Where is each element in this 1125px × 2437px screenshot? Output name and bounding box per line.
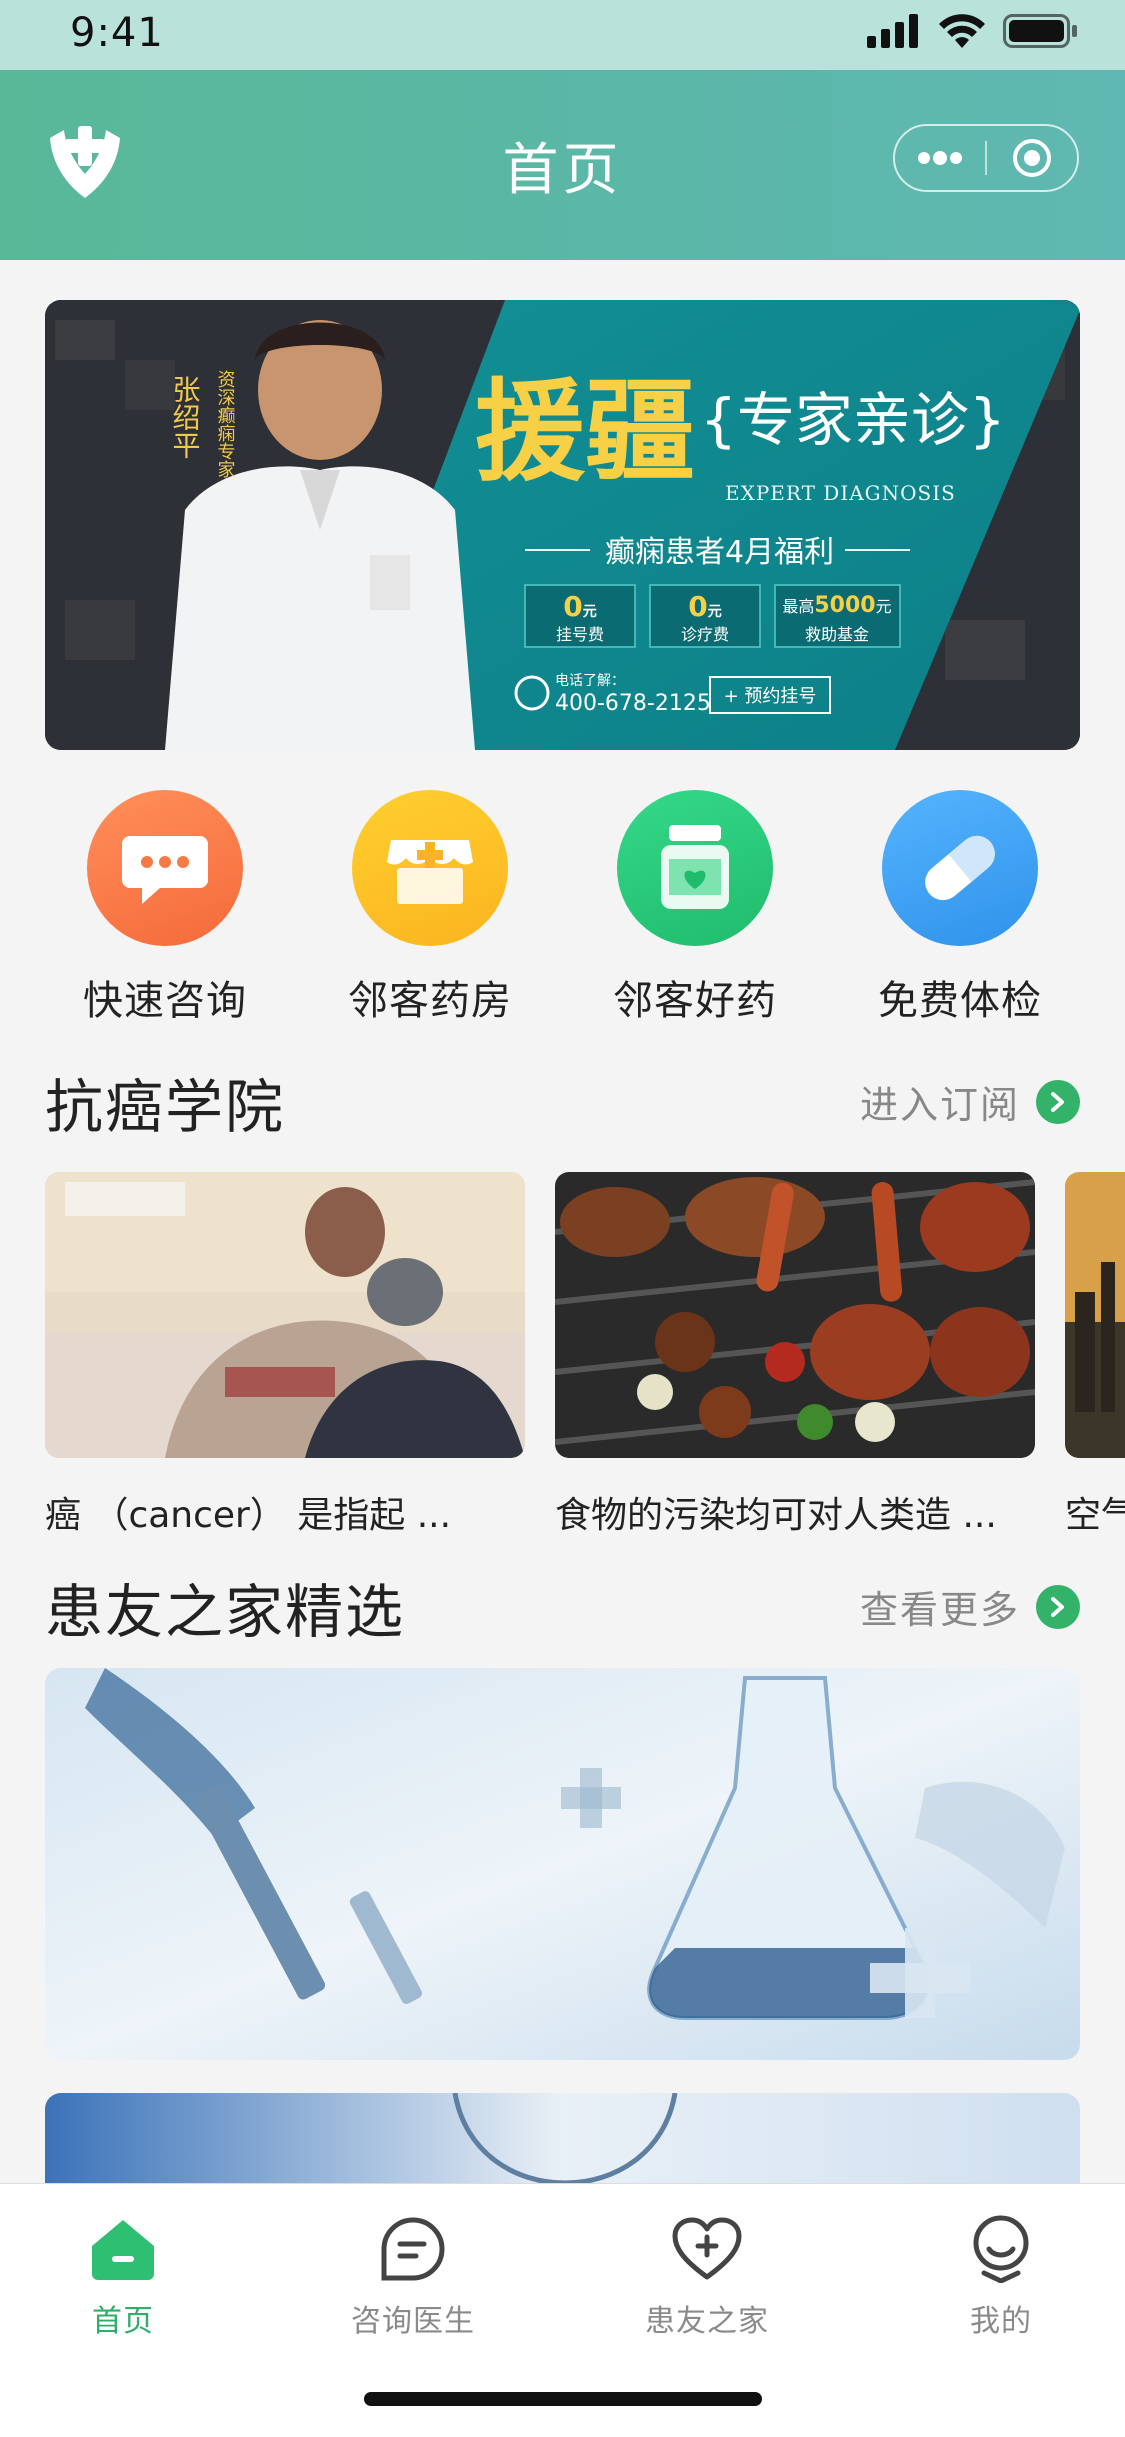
quick-checkup-button[interactable]: 免费体检 <box>860 790 1060 1026</box>
article-card[interactable]: 食物的污染均可对人类造 ... <box>555 1172 1035 1538</box>
community-title: 患友之家精选 <box>45 1578 406 1646</box>
svg-text:救助基金: 救助基金 <box>805 625 869 644</box>
tab-profile[interactable]: 我的 <box>891 2214 1111 2340</box>
quick-pharmacy-button[interactable]: 邻客药房 <box>330 790 530 1026</box>
wifi-icon <box>939 14 985 48</box>
air-pollution-photo <box>1065 1172 1125 1458</box>
promo-banner[interactable]: 张绍平 资深癫痫专家 援疆 {专家亲诊} EXPERT DIAGNOSIS 癫痫… <box>45 300 1080 750</box>
banner-subtitle-en: EXPERT DIAGNOSIS <box>725 481 956 505</box>
quick-actions: 快速咨询 邻客药房 邻客好药 免费体检 <box>0 790 1125 1030</box>
doctor-title: 资深癫痫专家 <box>215 370 236 478</box>
svg-text:诊疗费: 诊疗费 <box>681 625 729 644</box>
tab-patient-community[interactable]: 患友之家 <box>597 2214 817 2340</box>
article-card[interactable]: 空气 <box>1065 1172 1125 1538</box>
profile-icon <box>966 2214 1036 2284</box>
medicine-bottle-icon <box>617 790 773 946</box>
pill-capsule-icon <box>882 790 1038 946</box>
quick-medicine-label: 邻客好药 <box>613 978 777 1024</box>
quick-pharmacy-label: 邻客药房 <box>348 978 512 1024</box>
svg-text:电话了解：: 电话了解： <box>555 673 625 689</box>
status-bar: 9:41 <box>0 0 1125 70</box>
more-menu-button[interactable] <box>895 126 985 190</box>
academy-title: 抗癌学院 <box>45 1073 286 1141</box>
academy-more-text: 进入订阅 <box>859 1083 1020 1127</box>
article-carousel[interactable]: 癌 （cancer） 是指起 ... 食物的污染均可对人类造 ... 空 <box>45 1172 1125 1542</box>
chat-bubble-icon <box>87 790 243 946</box>
patient-care-photo <box>45 1172 525 1458</box>
close-miniprogram-button[interactable] <box>987 126 1077 190</box>
home-icon <box>88 2214 158 2284</box>
community-section-header: 患友之家精选 查看更多 <box>45 1565 1080 1646</box>
heart-plus-icon <box>672 2214 742 2284</box>
home-indicator[interactable] <box>364 2392 762 2406</box>
quick-consult-label: 快速咨询 <box>83 978 247 1024</box>
grilled-meat-photo <box>555 1172 1035 1458</box>
pharmacy-store-icon <box>352 790 508 946</box>
signal-icon <box>867 14 918 48</box>
quick-medicine-button[interactable]: 邻客好药 <box>595 790 795 1026</box>
quick-checkup-label: 免费体检 <box>878 978 1042 1024</box>
status-time: 9:41 <box>70 10 164 56</box>
status-icons <box>867 14 1079 48</box>
community-more-link[interactable]: 查看更多 <box>860 1579 1080 1634</box>
banner-subtitle: {专家亲诊} <box>700 386 1006 454</box>
consult-doctor-icon <box>378 2214 448 2284</box>
svg-text:+ 预约挂号: + 预约挂号 <box>724 686 817 707</box>
article-title: 空气 <box>1065 1495 1125 1536</box>
article-title: 癌 （cancer） 是指起 ... <box>45 1495 452 1536</box>
tab-home[interactable]: 首页 <box>13 2214 233 2340</box>
miniprogram-capsule <box>893 124 1079 192</box>
battery-icon <box>1003 14 1077 48</box>
more-dots-icon <box>918 151 962 165</box>
target-close-icon <box>1013 139 1051 177</box>
community-more-text: 查看更多 <box>859 1588 1020 1632</box>
banner-benefit: 癫痫患者4月福利 <box>605 535 834 570</box>
article-card[interactable]: 癌 （cancer） 是指起 ... <box>45 1172 525 1538</box>
svg-text:挂号费: 挂号费 <box>556 625 604 644</box>
header-bar: 首页 <box>0 70 1125 260</box>
lab-research-photo <box>45 1668 1080 2060</box>
quick-consult-button[interactable]: 快速咨询 <box>65 790 265 1026</box>
tab-community-label: 患友之家 <box>645 2304 769 2339</box>
featured-post-card[interactable] <box>45 1668 1080 2060</box>
academy-section-header: 抗癌学院 进入订阅 <box>45 1060 1080 1141</box>
tab-consult-label: 咨询医生 <box>351 2304 475 2339</box>
tab-profile-label: 我的 <box>970 2304 1032 2339</box>
academy-subscribe-link[interactable]: 进入订阅 <box>860 1074 1080 1129</box>
chevron-right-icon <box>1036 1584 1080 1629</box>
article-title: 食物的污染均可对人类造 ... <box>555 1495 997 1536</box>
banner-headline: 援疆 <box>475 367 695 496</box>
doctor-name: 张绍平 <box>169 375 202 459</box>
tab-consult-doctor[interactable]: 咨询医生 <box>303 2214 523 2340</box>
banner-phone: 400-678-2125 <box>555 691 711 716</box>
chevron-right-icon <box>1036 1079 1080 1124</box>
svg-text:最高5000元: 最高5000元 <box>782 593 891 618</box>
tab-home-label: 首页 <box>92 2304 154 2339</box>
